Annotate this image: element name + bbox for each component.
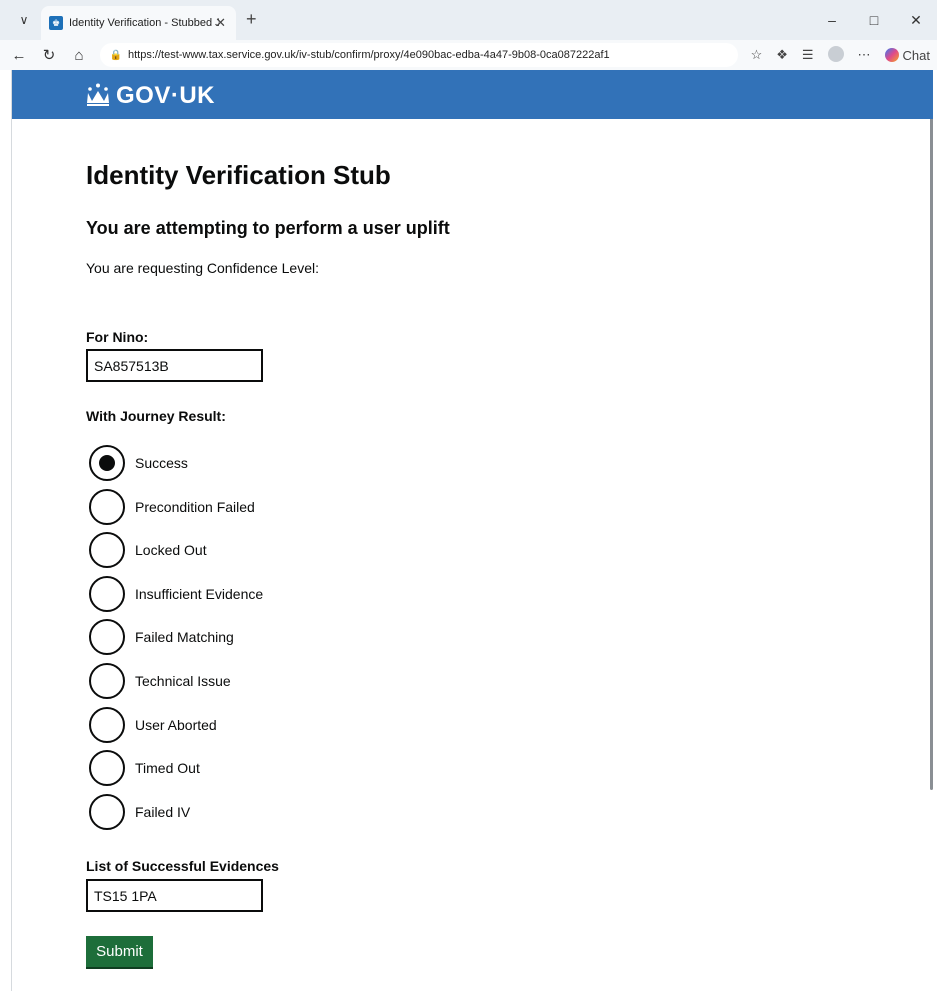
profile-avatar[interactable] — [827, 45, 844, 65]
radio-label[interactable]: Success — [135, 455, 188, 471]
journey-result-label: With Journey Result: — [86, 408, 226, 424]
lock-icon[interactable]: 🔒 — [110, 49, 122, 61]
browser-toolbar: ← ↻ ⌂ 🔒 https://test-www.tax.service.gov… — [0, 40, 937, 70]
radio-label[interactable]: Locked Out — [135, 542, 207, 558]
govuk-logo-text[interactable]: GOV·UK — [116, 82, 215, 110]
radio-failed-matching[interactable] — [89, 619, 125, 656]
radio-label[interactable]: Insufficient Evidence — [135, 586, 263, 602]
radio-label[interactable]: Failed Matching — [135, 629, 234, 645]
page-subtitle: You are attempting to perform a user upl… — [86, 218, 450, 238]
tab-list-chevron-icon[interactable]: ∨ — [14, 10, 34, 30]
url-text: https://test-www.tax.service.gov.uk/iv-s… — [128, 49, 610, 61]
crown-logo-icon — [87, 83, 109, 106]
browser-tab-bar: ∨ ♚ Identity Verification - Stubbed Jou … — [0, 0, 937, 40]
window-controls: – □ ✕ — [811, 0, 937, 40]
home-icon[interactable]: ⌂ — [68, 44, 90, 66]
submit-button[interactable]: Submit — [86, 936, 153, 969]
refresh-icon[interactable]: ↻ — [38, 44, 60, 66]
extensions-icon[interactable]: ❖ — [776, 47, 788, 63]
favorites-list-icon[interactable]: ☰ — [802, 47, 814, 63]
radio-label[interactable]: Technical Issue — [135, 673, 231, 689]
confidence-level-text: You are requesting Confidence Level: — [86, 260, 319, 276]
radio-locked-out[interactable] — [89, 532, 125, 569]
maximize-icon[interactable]: □ — [853, 12, 895, 28]
back-arrow-icon[interactable]: ← — [8, 44, 30, 66]
evidence-label: List of Successful Evidences — [86, 858, 279, 874]
crown-favicon-icon: ♚ — [49, 16, 63, 30]
nino-label: For Nino: — [86, 329, 149, 345]
more-options-icon[interactable]: ⋯ — [858, 47, 871, 63]
tab-title: Identity Verification - Stubbed Jou — [69, 17, 219, 29]
radio-timed-out[interactable] — [89, 750, 125, 787]
minimize-icon[interactable]: – — [811, 12, 853, 28]
close-tab-icon[interactable]: ✕ — [215, 15, 226, 31]
nino-input[interactable] — [86, 349, 263, 382]
evidence-input[interactable] — [86, 879, 263, 912]
browser-tab[interactable]: ♚ Identity Verification - Stubbed Jou ✕ — [41, 6, 236, 40]
new-tab-plus-icon[interactable]: + — [246, 10, 257, 28]
scrollbar[interactable] — [930, 90, 933, 790]
favorite-star-icon[interactable]: ☆ — [751, 47, 763, 63]
copilot-chat-button[interactable]: Chat — [884, 47, 930, 63]
address-bar[interactable]: 🔒 https://test-www.tax.service.gov.uk/iv… — [100, 43, 738, 67]
toolbar-right: ☆ ❖ ☰ ⋯ Chat — [744, 40, 937, 70]
radio-insufficient-evidence[interactable] — [89, 575, 125, 612]
close-window-icon[interactable]: ✕ — [895, 12, 937, 29]
chat-label: Chat — [902, 47, 930, 63]
govuk-header: GOV·UK — [12, 70, 933, 119]
radio-technical-issue[interactable] — [89, 663, 125, 699]
copilot-icon — [884, 48, 899, 62]
radio-label[interactable]: Failed IV — [135, 804, 190, 820]
radio-label[interactable]: User Aborted — [135, 717, 217, 733]
radio-label[interactable]: Precondition Failed — [135, 499, 255, 515]
radio-success[interactable] — [89, 445, 125, 481]
radio-failed-iv[interactable] — [89, 793, 125, 830]
radio-label[interactable]: Timed Out — [135, 760, 200, 776]
radio-user-aborted[interactable] — [89, 706, 125, 743]
page-title: Identity Verification Stub — [86, 160, 391, 190]
radio-precondition-failed[interactable] — [89, 488, 125, 525]
page-viewport: GOV·UK Identity Verification Stub You ar… — [11, 70, 933, 991]
